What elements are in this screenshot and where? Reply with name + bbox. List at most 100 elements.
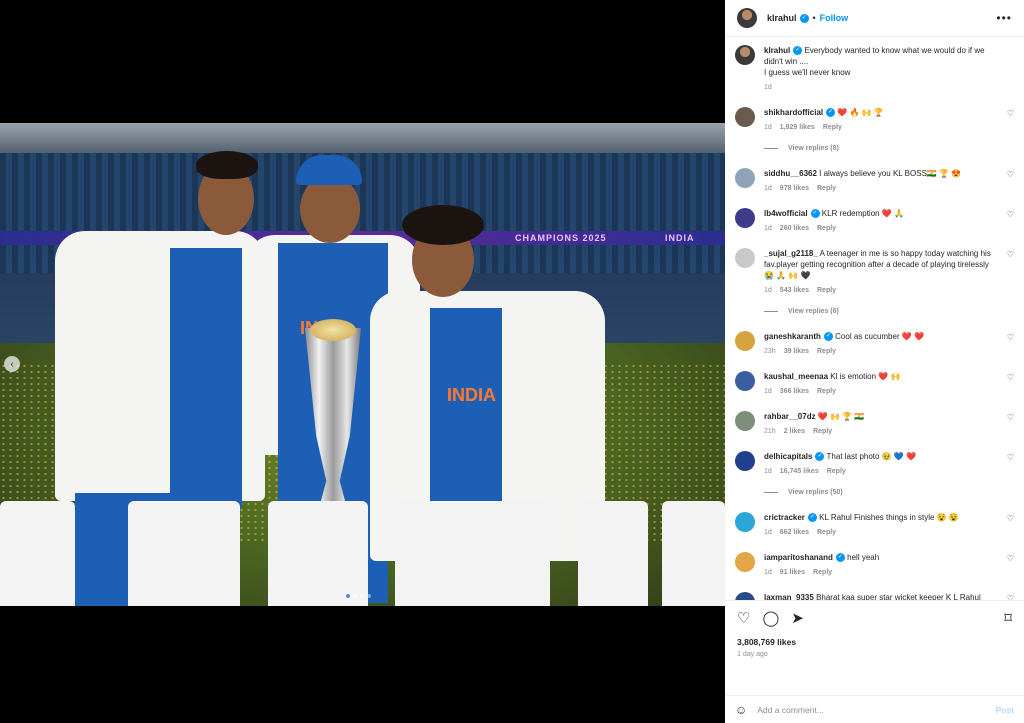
comment-reply-button[interactable]: Reply [817,225,836,232]
view-replies-button[interactable]: View replies (8) [764,143,884,154]
comment-likes[interactable]: 662 likes [780,529,809,536]
comment-like-heart-icon[interactable]: ♡ [1007,109,1014,118]
commenter-avatar[interactable] [735,371,755,391]
banner-text-india: INDIA [665,233,695,243]
verified-icon: ✓ [823,332,833,342]
post-actions: ♡ ◯ ➤ ⌑ 3,808,769 likes 1 day ago [725,600,1024,695]
add-comment-input[interactable]: Add a comment... [757,705,824,715]
commenter-username[interactable]: ganeshkaranth [764,332,821,341]
comment-item: _sujal_g2118_ A teenager in me is so hap… [735,248,1014,317]
comment-like-heart-icon[interactable]: ♡ [1007,594,1014,600]
view-replies-button[interactable]: View replies (6) [764,306,996,317]
commenter-avatar[interactable] [735,451,755,471]
comment-time: 1d [764,225,772,232]
comment-reply-button[interactable]: Reply [817,185,836,192]
comment-likes[interactable]: 91 likes [780,569,805,576]
comment-time: 1d [764,185,772,192]
caption-username[interactable]: klrahul [764,46,790,55]
comment-item: rahbar__07dz ❤️ 🙌 🏆 🇮🇳 21h 2 likes Reply ♡ [735,411,1014,437]
verified-icon: ✓ [799,13,809,23]
commenter-avatar[interactable] [735,107,755,127]
comment-time: 1d [764,468,772,475]
stadium-roof [0,123,725,153]
comment-text: That last photo 🥹 💙 ❤️ [826,452,917,461]
post-media: CHAMPIONS 2025 INDIA INDIA INDIA [0,0,725,723]
comment-like-heart-icon[interactable]: ♡ [1007,554,1014,563]
comment-like-heart-icon[interactable]: ♡ [1007,453,1014,462]
commenter-avatar[interactable] [735,168,755,188]
commenter-avatar[interactable] [735,248,755,268]
bookmark-icon[interactable]: ⌑ [1004,609,1012,627]
comment-reply-button[interactable]: Reply [813,428,832,435]
verified-icon: ✓ [815,452,825,462]
comment-like-heart-icon[interactable]: ♡ [1007,170,1014,179]
carousel-dot [346,594,350,598]
post-photo[interactable]: CHAMPIONS 2025 INDIA INDIA INDIA [0,123,725,606]
comment-icon[interactable]: ◯ [762,609,779,627]
comment-reply-button[interactable]: Reply [817,529,836,536]
commenter-username[interactable]: shikhardofficial [764,108,823,117]
more-options-icon[interactable]: ••• [996,11,1012,25]
commenter-username[interactable]: _sujal_g2118_ [764,249,818,258]
comment-item: shikhardofficial ✓ ❤️ 🔥 🙌 🏆 1d 1,929 likes R… [735,107,1014,154]
player-center-head [300,175,360,243]
comment-reply-button[interactable]: Reply [827,468,846,475]
commenter-avatar[interactable] [735,552,755,572]
display-letter-6 [662,501,725,606]
commenter-username[interactable]: siddhu__6362 [764,169,817,178]
commenter-avatar[interactable] [735,331,755,351]
comment-reply-button[interactable]: Reply [817,287,836,294]
commenter-avatar[interactable] [735,411,755,431]
commenter-username[interactable]: iamparitoshanand [764,553,833,562]
caption-avatar[interactable] [735,45,755,65]
author-avatar[interactable] [737,8,757,28]
carousel-prev-icon[interactable]: ‹ [4,356,20,372]
comment-time: 1d [764,124,772,131]
likes-count[interactable]: 3,808,769 likes [737,637,1012,647]
commenter-username[interactable]: rahbar__07dz [764,412,816,421]
emoji-icon[interactable]: ☺ [735,703,747,717]
author-username[interactable]: klrahul [767,13,797,23]
add-comment-bar: ☺ Add a comment... Post [725,695,1024,723]
commenter-username[interactable]: laxman_9335 [764,593,814,600]
comment-likes[interactable]: 1,929 likes [780,124,815,131]
comment-item: kaushal_meenaa Kl is emotion ❤️ 🙌 1d 366 l… [735,371,1014,397]
player-left-shirt [170,248,242,508]
carousel-dot [367,594,371,598]
comment-like-heart-icon[interactable]: ♡ [1007,514,1014,523]
like-heart-icon[interactable]: ♡ [737,609,750,627]
commenter-avatar[interactable] [735,512,755,532]
view-replies-button[interactable]: View replies (50) [764,487,916,498]
commenter-avatar[interactable] [735,592,755,600]
commenter-username[interactable]: kaushal_meenaa [764,372,828,381]
share-icon[interactable]: ➤ [791,609,804,627]
comment-reply-button[interactable]: Reply [817,388,836,395]
comment-reply-button[interactable]: Reply [823,124,842,131]
comment-like-heart-icon[interactable]: ♡ [1007,210,1014,219]
commenter-username[interactable]: delhicapitals [764,452,812,461]
post-comment-button[interactable]: Post [996,705,1014,715]
comment-reply-button[interactable]: Reply [813,569,832,576]
commenter-username[interactable]: crictracker [764,513,805,522]
commenter-username[interactable]: lb4wofficial [764,209,808,218]
comment-like-heart-icon[interactable]: ♡ [1007,413,1014,422]
comment-item: laxman_9335 Bharat kaa super star wicket… [735,592,1014,600]
comment-likes[interactable]: 16,745 likes [780,468,819,475]
comment-likes[interactable]: 2 likes [784,428,805,435]
commenter-avatar[interactable] [735,208,755,228]
comment-item: crictracker ✓ KL Rahul Finishes things in… [735,512,1014,538]
comment-likes[interactable]: 978 likes [780,185,809,192]
comment-like-heart-icon[interactable]: ♡ [1007,373,1014,382]
comment-likes[interactable]: 260 likes [780,225,809,232]
display-letter-2 [128,501,240,606]
comment-like-heart-icon[interactable]: ♡ [1007,333,1014,342]
comments-list[interactable]: klrahul ✓ Everybody wanted to know what w… [725,37,1024,600]
comment-likes[interactable]: 366 likes [780,388,809,395]
comment-text: ❤️ 🔥 🙌 🏆 [837,108,884,117]
follow-button[interactable]: Follow [820,13,849,23]
comment-likes[interactable]: 39 likes [784,348,809,355]
comment-likes[interactable]: 543 likes [780,287,809,294]
caption-text-line2: I guess we'll never know [764,68,851,77]
comment-like-heart-icon[interactable]: ♡ [1007,250,1014,259]
comment-reply-button[interactable]: Reply [817,348,836,355]
